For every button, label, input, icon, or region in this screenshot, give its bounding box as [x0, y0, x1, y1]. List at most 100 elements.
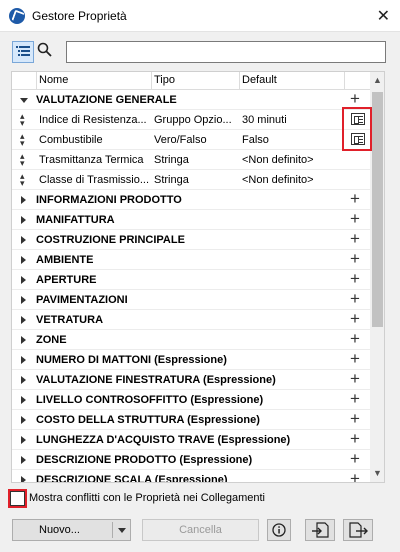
group-label: LIVELLO CONTROSOFFITTO (Espressione)	[36, 394, 264, 406]
scrollbar-thumb[interactable]	[372, 92, 383, 327]
group-row[interactable]: LUNGHEZZA D'ACQUISTO TRAVE (Espressione)…	[12, 430, 370, 450]
expand-arrow-icon[interactable]	[21, 316, 26, 324]
property-type: Stringa	[154, 174, 189, 186]
group-label: COSTRUZIONE PRINCIPALE	[36, 234, 185, 246]
collapse-arrow-icon[interactable]	[20, 98, 28, 103]
add-property-icon[interactable]: +	[350, 250, 360, 267]
column-header-name[interactable]: Nome	[39, 74, 68, 86]
property-row[interactable]: ▴ ▾ Trasmittanza Termica Stringa <Non def…	[12, 150, 370, 170]
add-property-icon[interactable]: +	[350, 210, 360, 227]
add-property-icon[interactable]: +	[350, 270, 360, 287]
info-button[interactable]	[267, 519, 291, 541]
add-property-icon[interactable]: +	[350, 330, 360, 347]
group-row-valutazione-generale[interactable]: VALUTAZIONE GENERALE +	[12, 90, 370, 110]
group-row[interactable]: AMBIENTE +	[12, 250, 370, 270]
group-label: VETRATURA	[36, 314, 104, 326]
import-button[interactable]	[305, 519, 335, 541]
expand-arrow-icon[interactable]	[21, 336, 26, 344]
group-row[interactable]: MANIFATTURA +	[12, 210, 370, 230]
property-row[interactable]: ▴ ▾ Combustibile Vero/Falso Falso	[12, 130, 370, 150]
add-property-icon[interactable]: +	[350, 190, 360, 207]
group-label: NUMERO DI MATTONI (Espressione)	[36, 354, 227, 366]
title-bar: Gestore Proprietà ✕	[0, 0, 400, 32]
expand-arrow-icon[interactable]	[21, 256, 26, 264]
show-conflicts-label: Mostra conflitti con le Proprietà nei Co…	[29, 492, 266, 504]
group-row[interactable]: INFORMAZIONI PRODOTTO +	[12, 190, 370, 210]
expand-arrow-icon[interactable]	[21, 396, 26, 404]
new-button-label: Nuovo...	[39, 524, 80, 536]
group-row[interactable]: NUMERO DI MATTONI (Espressione) +	[12, 350, 370, 370]
cancel-button[interactable]: Cancella	[142, 519, 259, 541]
add-property-icon[interactable]: +	[350, 290, 360, 307]
close-icon[interactable]: ✕	[377, 6, 390, 26]
scroll-down-icon[interactable]: ▼	[373, 468, 382, 478]
export-button[interactable]	[343, 519, 373, 541]
add-property-icon[interactable]: +	[350, 230, 360, 247]
group-label: PAVIMENTAZIONI	[36, 294, 128, 306]
expand-arrow-icon[interactable]	[21, 476, 26, 482]
expand-arrow-icon[interactable]	[21, 236, 26, 244]
highlight-frame	[342, 107, 372, 151]
group-row[interactable]: VETRATURA +	[12, 310, 370, 330]
list-view-icon[interactable]	[12, 41, 34, 63]
property-default: 30 minuti	[242, 114, 287, 126]
search-input[interactable]	[66, 41, 386, 63]
search-icon[interactable]	[37, 42, 57, 62]
export-icon	[349, 522, 368, 538]
expand-arrow-icon[interactable]	[21, 436, 26, 444]
reorder-handle-icon[interactable]: ▴ ▾	[20, 112, 25, 128]
expand-arrow-icon[interactable]	[21, 356, 26, 364]
group-label: VALUTAZIONE GENERALE	[36, 94, 177, 106]
expand-arrow-icon[interactable]	[21, 456, 26, 464]
expand-arrow-icon[interactable]	[21, 296, 26, 304]
group-row[interactable]: LIVELLO CONTROSOFFITTO (Espressione) +	[12, 390, 370, 410]
expand-arrow-icon[interactable]	[21, 196, 26, 204]
group-row[interactable]: APERTURE +	[12, 270, 370, 290]
group-label: INFORMAZIONI PRODOTTO	[36, 194, 182, 206]
add-property-icon[interactable]: +	[350, 350, 360, 367]
new-button[interactable]: Nuovo...	[12, 519, 131, 541]
group-row[interactable]: COSTO DELLA STRUTTURA (Espressione) +	[12, 410, 370, 430]
group-row[interactable]: ZONE +	[12, 330, 370, 350]
add-property-icon[interactable]: +	[350, 450, 360, 467]
archicad-logo-icon	[9, 8, 25, 24]
vertical-scrollbar[interactable]: ▲ ▼	[370, 72, 384, 482]
reorder-handle-icon[interactable]: ▴ ▾	[20, 152, 25, 168]
group-row[interactable]: VALUTAZIONE FINESTRATURA (Espressione) +	[12, 370, 370, 390]
reorder-handle-icon[interactable]: ▴ ▾	[20, 132, 25, 148]
add-property-icon[interactable]: +	[350, 370, 360, 387]
add-property-icon[interactable]: +	[350, 430, 360, 447]
expand-arrow-icon[interactable]	[21, 416, 26, 424]
column-separator	[151, 72, 152, 90]
reorder-handle-icon[interactable]: ▴ ▾	[20, 172, 25, 188]
group-label: VALUTAZIONE FINESTRATURA (Espressione)	[36, 374, 276, 386]
add-property-icon[interactable]: +	[350, 390, 360, 407]
group-row[interactable]: COSTRUZIONE PRINCIPALE +	[12, 230, 370, 250]
add-property-icon[interactable]: +	[350, 410, 360, 427]
group-label: ZONE	[36, 334, 67, 346]
scroll-up-icon[interactable]: ▲	[373, 75, 382, 85]
toolbar	[0, 38, 400, 66]
expand-arrow-icon[interactable]	[21, 216, 26, 224]
property-tree-panel: Nome Tipo Default VALUTAZIONE GENERALE +…	[11, 71, 385, 483]
group-row[interactable]: DESCRIZIONE PRODOTTO (Espressione) +	[12, 450, 370, 470]
group-row[interactable]: PAVIMENTAZIONI +	[12, 290, 370, 310]
property-name: Indice di Resistenza...	[39, 114, 147, 126]
column-separator	[36, 72, 37, 90]
property-row[interactable]: ▴ ▾ Indice di Resistenza... Gruppo Opzio.…	[12, 110, 370, 130]
column-header-default[interactable]: Default	[242, 74, 277, 86]
add-property-icon[interactable]: +	[350, 310, 360, 327]
property-row[interactable]: ▴ ▾ Classe di Trasmissio... Stringa <Non …	[12, 170, 370, 190]
split-separator	[112, 522, 113, 538]
column-separator	[344, 72, 345, 90]
column-header-type[interactable]: Tipo	[154, 74, 175, 86]
group-row[interactable]: DESCRIZIONE SCALA (Espressione) +	[12, 470, 370, 482]
property-type: Vero/Falso	[154, 134, 207, 146]
expand-arrow-icon[interactable]	[21, 276, 26, 284]
import-icon	[312, 522, 329, 538]
chevron-down-icon[interactable]	[118, 528, 126, 533]
add-property-icon[interactable]: +	[350, 470, 360, 482]
group-label: LUNGHEZZA D'ACQUISTO TRAVE (Espressione)	[36, 434, 291, 446]
add-property-icon[interactable]: +	[350, 90, 360, 107]
expand-arrow-icon[interactable]	[21, 376, 26, 384]
